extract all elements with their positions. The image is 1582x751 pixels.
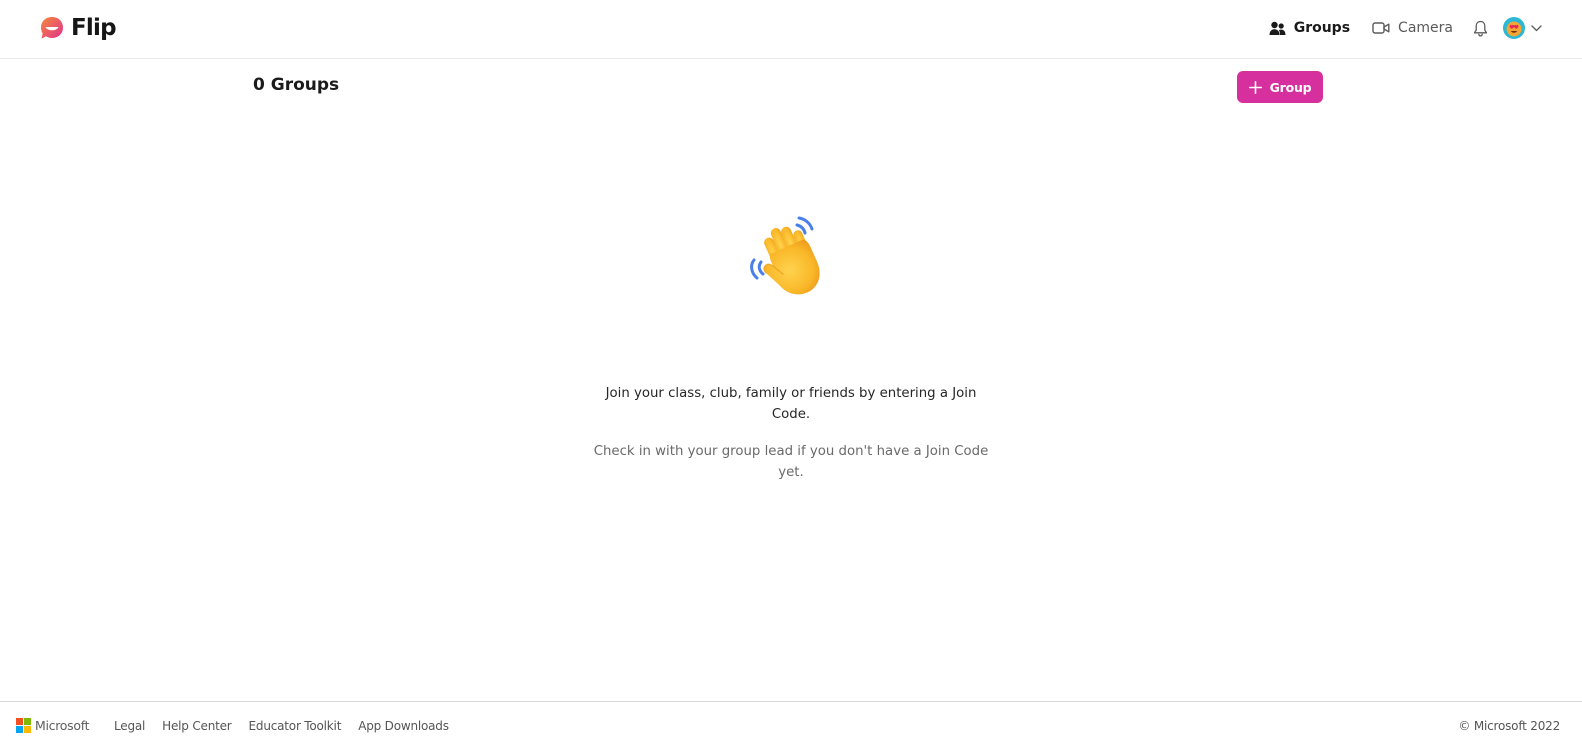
empty-state-message: Join your class, club, family or friends… xyxy=(605,386,977,422)
empty-state-hint: Check in with your group lead if you don… xyxy=(593,444,989,480)
footer-link-legal[interactable]: Legal xyxy=(114,719,145,733)
microsoft-brand-text: Microsoft xyxy=(35,718,90,733)
footer: Microsoft Legal Help Center Educator Too… xyxy=(0,701,1582,751)
groups-icon xyxy=(1269,21,1286,35)
notifications-button[interactable] xyxy=(1469,17,1491,39)
nav-camera[interactable]: Camera xyxy=(1372,20,1453,36)
flip-logo-link[interactable]: Flip xyxy=(39,14,117,42)
top-bar: Flip Groups Camera xyxy=(0,0,1582,59)
microsoft-logo-icon xyxy=(16,718,31,733)
nav-groups-label: Groups xyxy=(1293,20,1351,36)
flip-logo-icon xyxy=(41,17,63,39)
footer-link-app-downloads[interactable]: App Downloads xyxy=(358,719,449,733)
nav-groups[interactable]: Groups xyxy=(1269,20,1350,36)
chevron-down-icon xyxy=(1531,24,1542,31)
copyright: © Microsoft 2022 xyxy=(1458,719,1560,733)
page-title: 0 Groups xyxy=(253,75,340,95)
microsoft-logo-link[interactable]: Microsoft xyxy=(16,718,89,733)
add-group-label: Group xyxy=(1269,79,1312,95)
avatar-icon xyxy=(1506,21,1522,37)
nav-camera-label: Camera xyxy=(1398,20,1453,36)
waving-hand-icon xyxy=(750,216,820,295)
plus-icon xyxy=(1248,80,1262,94)
account-menu[interactable] xyxy=(1503,17,1542,39)
footer-link-help-center[interactable]: Help Center xyxy=(162,719,232,733)
camera-icon xyxy=(1372,22,1390,34)
add-group-button[interactable]: Group xyxy=(1237,71,1323,103)
brand-name: Flip xyxy=(71,15,117,41)
footer-link-educator-toolkit[interactable]: Educator Toolkit xyxy=(249,719,342,733)
bell-icon xyxy=(1473,20,1487,37)
top-nav: Groups Camera xyxy=(1269,14,1542,42)
footer-links: Legal Help Center Educator Toolkit App D… xyxy=(114,719,449,733)
avatar xyxy=(1503,17,1525,39)
